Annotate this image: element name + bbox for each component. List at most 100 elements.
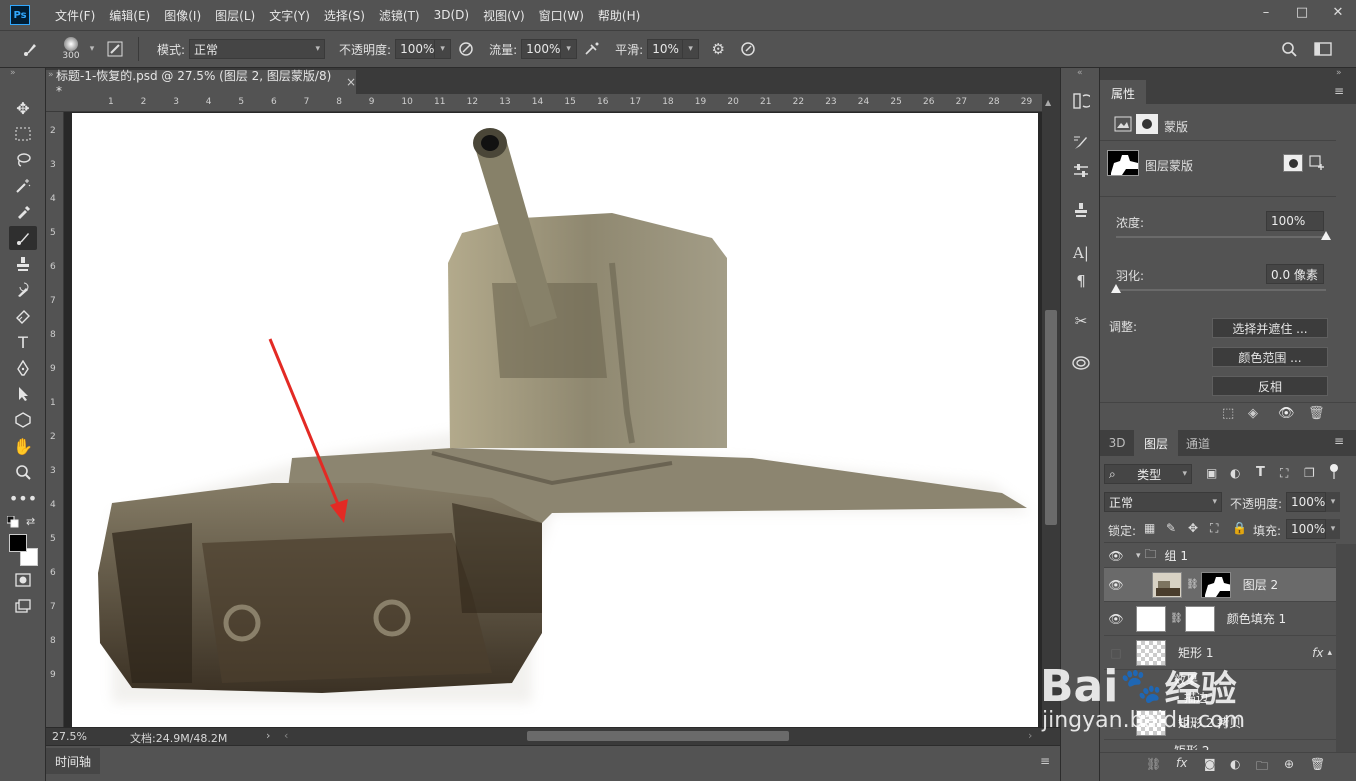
chevron-up-icon[interactable]: ▴ bbox=[1327, 648, 1332, 658]
layer-row-group-1[interactable]: 👁 ▾ 🗀 组 1 bbox=[1104, 544, 1336, 568]
trash-icon[interactable]: 🗑 bbox=[1310, 757, 1325, 771]
collapse-icon[interactable]: « bbox=[1077, 68, 1083, 78]
lasso-tool-icon[interactable] bbox=[9, 148, 37, 172]
fx-badge[interactable]: fx bbox=[1312, 646, 1323, 660]
pen-tool-icon[interactable] bbox=[9, 356, 37, 380]
fx-icon[interactable]: fx bbox=[1176, 756, 1187, 770]
color-range-button[interactable]: 颜色范围 ... bbox=[1212, 347, 1328, 367]
brush-settings-icon[interactable] bbox=[104, 38, 126, 60]
fill-input[interactable]: 100% bbox=[1286, 519, 1326, 539]
maximize-button[interactable]: □ bbox=[1284, 0, 1320, 24]
scroll-left-icon[interactable]: ‹ bbox=[284, 729, 288, 742]
stamp-tool-icon[interactable] bbox=[9, 252, 37, 276]
tab-3d[interactable]: 3D bbox=[1100, 430, 1134, 456]
swap-colors-icon[interactable]: ⇄ bbox=[26, 515, 35, 528]
default-colors-icon[interactable] bbox=[6, 515, 19, 531]
blend-mode-select[interactable]: 正常 ▾ bbox=[1104, 492, 1222, 512]
link-layers-icon[interactable]: ⛓ bbox=[1146, 757, 1161, 771]
layer-row-rect-2-copy[interactable]: □ 矩形 2 拷贝 bbox=[1104, 706, 1336, 740]
adjustments-panel-icon[interactable] bbox=[1069, 160, 1093, 182]
eye-hidden-icon[interactable]: □ bbox=[1104, 646, 1128, 660]
foreground-color-swatch[interactable] bbox=[9, 534, 27, 552]
mask-thumbnail[interactable] bbox=[1200, 571, 1231, 598]
tools-preset-icon[interactable]: ✂ bbox=[1069, 310, 1093, 332]
load-selection-icon[interactable]: ⬚ bbox=[1222, 406, 1234, 421]
workspace-icon[interactable] bbox=[1312, 38, 1334, 60]
add-mask-icon[interactable]: ◙ bbox=[1204, 757, 1216, 771]
collapse-icon[interactable]: » bbox=[1336, 68, 1342, 78]
new-group-icon[interactable]: 🗀 bbox=[1256, 757, 1268, 778]
flow-input[interactable]: 100% bbox=[521, 39, 562, 59]
chevron-down-icon[interactable]: ▾ bbox=[1326, 492, 1340, 512]
select-mask-icon[interactable] bbox=[1283, 154, 1303, 172]
hand-tool-icon[interactable]: ✋ bbox=[9, 434, 37, 458]
history-brush-tool-icon[interactable] bbox=[9, 278, 37, 302]
chevron-right-icon[interactable]: › bbox=[266, 729, 270, 742]
menu-help[interactable]: 帮助(H) bbox=[591, 7, 647, 24]
layer-opacity-input[interactable]: 100% bbox=[1286, 492, 1326, 512]
lock-artboard-icon[interactable]: ⛶ bbox=[1210, 521, 1218, 536]
quick-mask-icon[interactable] bbox=[9, 568, 37, 592]
layer-effect-row[interactable]: 效果 bbox=[1104, 670, 1336, 688]
chevron-down-icon[interactable]: ▾ bbox=[1136, 551, 1141, 561]
layer-row-rect-2[interactable]: 矩形 2 bbox=[1104, 740, 1336, 751]
libraries-icon[interactable] bbox=[1069, 352, 1093, 374]
layer-mask-icon[interactable] bbox=[1136, 114, 1158, 134]
menu-window[interactable]: 窗口(W) bbox=[532, 7, 591, 24]
new-layer-icon[interactable]: ⊕ bbox=[1284, 757, 1294, 771]
menu-select[interactable]: 选择(S) bbox=[317, 7, 372, 24]
pressure-opacity-icon[interactable] bbox=[455, 38, 477, 60]
density-slider-handle[interactable] bbox=[1321, 231, 1331, 240]
pressure-size-icon[interactable] bbox=[737, 38, 759, 60]
menu-image[interactable]: 图像(I) bbox=[157, 7, 208, 24]
artboard[interactable] bbox=[72, 113, 1038, 727]
trash-icon[interactable]: 🗑 bbox=[1308, 406, 1325, 421]
brush-preset-picker[interactable]: 300 bbox=[58, 37, 84, 61]
character-panel-icon[interactable]: A| bbox=[1069, 242, 1093, 264]
gear-icon[interactable]: ⚙ bbox=[707, 38, 729, 60]
mode-select[interactable]: 正常 ▾ bbox=[189, 39, 326, 59]
move-tool-icon[interactable]: ✥ bbox=[9, 96, 37, 120]
scroll-up-icon[interactable]: ▲ bbox=[1045, 98, 1051, 107]
feather-input[interactable]: 0.0 像素 bbox=[1266, 264, 1324, 284]
collapse-icon[interactable]: » bbox=[48, 70, 54, 80]
tab-channels[interactable]: 通道 bbox=[1178, 430, 1218, 456]
apply-mask-icon[interactable]: ◈ bbox=[1248, 406, 1258, 421]
eraser-tool-icon[interactable] bbox=[9, 304, 37, 328]
magic-wand-tool-icon[interactable] bbox=[9, 174, 37, 198]
density-input[interactable]: 100% bbox=[1266, 211, 1324, 231]
layer-filter-select[interactable]: ⌕ 类型 ▾ bbox=[1104, 464, 1192, 484]
chain-link-icon[interactable]: ⛓ bbox=[1170, 613, 1183, 624]
collapse-icon[interactable]: » bbox=[10, 68, 16, 78]
menu-file[interactable]: 文件(F) bbox=[48, 7, 102, 24]
document-tab[interactable]: 标题-1-恢复的.psd @ 27.5% (图层 2, 图层蒙版/8) * × bbox=[46, 69, 356, 98]
feather-slider[interactable] bbox=[1116, 289, 1326, 291]
lock-position-icon[interactable]: ✥ bbox=[1188, 521, 1198, 535]
menu-type[interactable]: 文字(Y) bbox=[262, 7, 317, 24]
lock-transparent-icon[interactable]: ▦ bbox=[1144, 521, 1155, 535]
filter-shape-icon[interactable]: ⛶ bbox=[1280, 466, 1288, 481]
filter-toggle[interactable] bbox=[1330, 464, 1338, 480]
timeline-tab[interactable]: 时间轴 bbox=[46, 748, 100, 774]
close-icon[interactable]: × bbox=[346, 75, 356, 89]
zoom-tool-icon[interactable] bbox=[9, 460, 37, 484]
menu-3d[interactable]: 3D(D) bbox=[427, 8, 476, 22]
eye-icon[interactable]: 👁 bbox=[1278, 406, 1295, 421]
chevron-down-icon[interactable]: ▾ bbox=[84, 39, 100, 59]
brush-settings-panel-icon[interactable] bbox=[1069, 132, 1093, 154]
tab-layers[interactable]: 图层 bbox=[1134, 430, 1178, 456]
path-select-tool-icon[interactable] bbox=[9, 382, 37, 406]
feather-slider-handle[interactable] bbox=[1111, 284, 1121, 293]
smooth-input[interactable]: 10% bbox=[647, 39, 684, 59]
adjustment-layer-icon[interactable]: ◐ bbox=[1230, 757, 1240, 771]
paragraph-panel-icon[interactable]: ¶ bbox=[1069, 270, 1093, 292]
lock-all-icon[interactable]: 🔒 bbox=[1232, 521, 1247, 535]
horizontal-scroll-thumb[interactable] bbox=[527, 731, 789, 741]
brush-tool-icon[interactable] bbox=[9, 226, 37, 250]
eye-icon[interactable]: 👁 bbox=[1104, 578, 1128, 592]
filter-type-icon[interactable]: T bbox=[1256, 465, 1265, 480]
eye-icon[interactable]: 👁 bbox=[1104, 549, 1128, 563]
opacity-input[interactable]: 100% bbox=[395, 39, 436, 59]
filter-adjustment-icon[interactable]: ◐ bbox=[1230, 466, 1240, 480]
invert-button[interactable]: 反相 bbox=[1212, 376, 1328, 396]
